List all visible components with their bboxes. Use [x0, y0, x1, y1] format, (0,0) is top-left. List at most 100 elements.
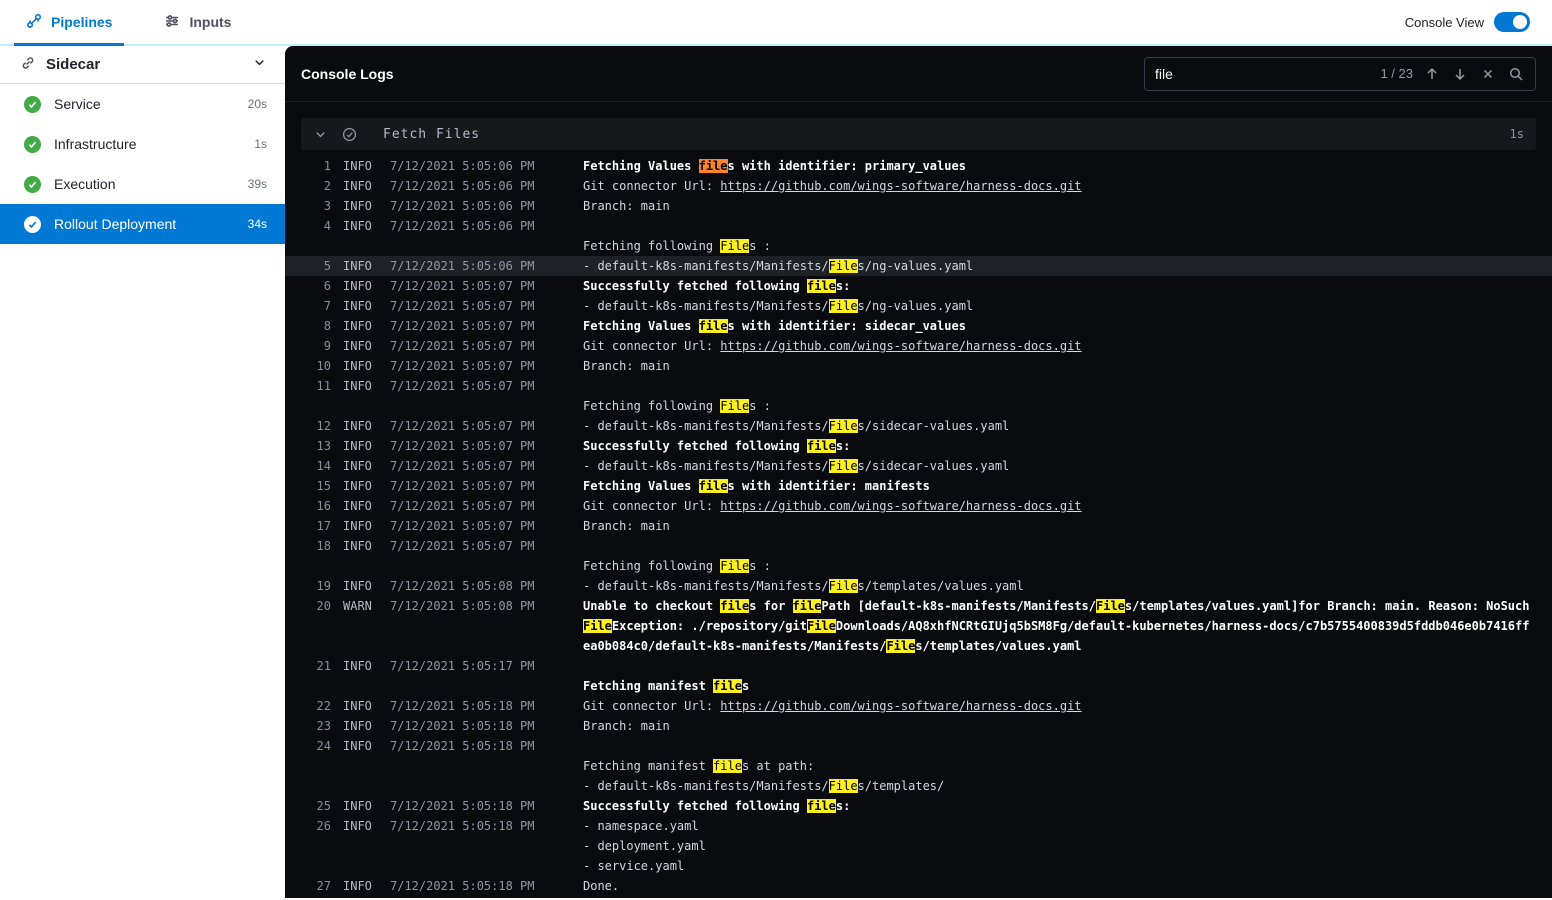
log-timestamp: [390, 676, 571, 696]
line-number: 2: [323, 179, 331, 193]
log-text: s/sidecar-values.yaml: [857, 459, 1010, 473]
log-timestamp: [390, 756, 571, 776]
line-number: 1: [323, 159, 331, 173]
log-row: 10 INFO 7/12/2021 5:05:07 PM Branch: mai…: [285, 356, 1552, 376]
log-text: Fetching Values: [583, 159, 699, 173]
line-number: 19: [316, 579, 331, 593]
log-timestamp: 7/12/2021 5:05:18 PM: [390, 879, 535, 893]
log-text: s/sidecar-values.yaml: [857, 419, 1010, 433]
log-level: [343, 776, 378, 796]
line-number: [301, 396, 331, 416]
log-level: INFO: [343, 479, 372, 493]
log-text: - default-k8s-manifests/Manifests/: [583, 459, 829, 473]
log-row: 17 INFO 7/12/2021 5:05:07 PM Branch: mai…: [285, 516, 1552, 536]
search-match-highlight: file: [720, 599, 750, 613]
log-level: INFO: [343, 719, 372, 733]
inputs-icon: [164, 13, 180, 32]
log-text: Fetching following: [583, 399, 721, 413]
success-check-icon: [24, 215, 41, 233]
log-level: [343, 396, 378, 416]
log-text: s with identifier: manifests: [727, 479, 930, 493]
line-number: 20: [316, 599, 331, 613]
log-level: INFO: [343, 419, 372, 433]
stage-title: Sidecar: [46, 56, 101, 73]
stage-selector[interactable]: Sidecar: [0, 46, 285, 84]
log-timestamp: 7/12/2021 5:05:07 PM: [390, 479, 535, 493]
console-logs-title: Console Logs: [301, 65, 394, 82]
log-row: - service.yaml: [285, 856, 1552, 876]
console-view-toggle[interactable]: [1494, 12, 1530, 32]
sidebar-item-execution[interactable]: Execution 39s: [0, 164, 285, 204]
log-link[interactable]: https://github.com/wings-software/harnes…: [720, 179, 1081, 193]
line-number: 24: [316, 739, 331, 753]
sidebar-item-service[interactable]: Service 20s: [0, 84, 285, 124]
log-message: Done.: [583, 876, 1536, 896]
line-number: 16: [316, 499, 331, 513]
log-level: [343, 556, 378, 576]
log-text: Fetching following: [583, 239, 721, 253]
log-search-input[interactable]: [1155, 65, 1371, 82]
line-number: [301, 676, 331, 696]
collapse-chevron-icon[interactable]: [313, 127, 328, 142]
log-timestamp: 7/12/2021 5:05:07 PM: [390, 279, 535, 293]
log-message: Fetching following Files :: [583, 556, 1536, 576]
line-number: 14: [316, 459, 331, 473]
log-timestamp: 7/12/2021 5:05:18 PM: [390, 699, 535, 713]
log-timestamp: 7/12/2021 5:05:18 PM: [390, 739, 535, 753]
log-row: 16 INFO 7/12/2021 5:05:07 PM Git connect…: [285, 496, 1552, 516]
search-match-highlight: File: [828, 579, 858, 593]
log-timestamp: 7/12/2021 5:05:07 PM: [390, 299, 535, 313]
step-label: Infrastructure: [54, 136, 137, 152]
log-level: INFO: [343, 439, 372, 453]
log-message: Branch: main: [583, 516, 1536, 536]
search-match-highlight: file: [713, 759, 742, 773]
log-section-header[interactable]: Fetch Files 1s: [301, 118, 1536, 150]
log-row: 12 INFO 7/12/2021 5:05:07 PM - default-k…: [285, 416, 1552, 436]
log-text: - deployment.yaml: [583, 839, 706, 853]
log-level: INFO: [343, 359, 372, 373]
log-message: - namespace.yaml: [583, 816, 1536, 836]
search-match-highlight: File: [720, 399, 750, 413]
log-row: 21 INFO 7/12/2021 5:05:17 PM: [285, 656, 1552, 676]
search-match-highlight: File: [828, 779, 858, 793]
sidebar-item-infrastructure[interactable]: Infrastructure 1s: [0, 124, 285, 164]
log-row: 20 WARN 7/12/2021 5:05:08 PM Unable to c…: [285, 596, 1552, 656]
search-match-highlight: file: [713, 679, 742, 693]
clear-search-icon[interactable]: [1479, 65, 1497, 83]
log-row: 23 INFO 7/12/2021 5:05:18 PM Branch: mai…: [285, 716, 1552, 736]
tab-pipelines[interactable]: Pipelines: [0, 0, 138, 46]
log-text: - service.yaml: [583, 859, 685, 873]
log-text: s :: [749, 559, 771, 573]
step-label: Service: [54, 96, 101, 112]
log-message: Fetching manifest files at path:: [583, 756, 1536, 776]
log-text: s with identifier: primary_values: [727, 159, 966, 173]
log-level: INFO: [343, 299, 372, 313]
sidebar-item-rollout-deployment[interactable]: Rollout Deployment 34s: [0, 204, 285, 244]
log-message: Fetching following Files :: [583, 236, 1536, 256]
line-number: 7: [323, 299, 331, 313]
search-match-highlight: file: [806, 799, 836, 813]
log-message: Fetching Values files with identifier: m…: [583, 476, 1536, 496]
search-icon[interactable]: [1507, 65, 1525, 83]
log-level: INFO: [343, 739, 372, 753]
log-timestamp: 7/12/2021 5:05:07 PM: [390, 339, 535, 353]
log-level: INFO: [343, 259, 372, 273]
tab-inputs[interactable]: Inputs: [138, 0, 257, 44]
log-timestamp: 7/12/2021 5:05:07 PM: [390, 319, 535, 333]
next-match-icon[interactable]: [1451, 65, 1469, 83]
log-timestamp: 7/12/2021 5:05:07 PM: [390, 499, 535, 513]
previous-match-icon[interactable]: [1423, 65, 1441, 83]
log-link[interactable]: https://github.com/wings-software/harnes…: [720, 699, 1081, 713]
search-match-highlight: File: [828, 259, 858, 273]
log-link[interactable]: https://github.com/wings-software/harnes…: [720, 339, 1081, 353]
log-level: WARN: [343, 599, 372, 613]
log-row: Fetching manifest files: [285, 676, 1552, 696]
log-link[interactable]: https://github.com/wings-software/harnes…: [720, 499, 1081, 513]
toggle-knob: [1513, 15, 1527, 29]
chevron-down-icon: [252, 55, 267, 74]
log-message: - default-k8s-manifests/Manifests/Files/…: [583, 456, 1536, 476]
console-panel: Console Logs 1 / 23: [285, 46, 1552, 898]
log-row: 2 INFO 7/12/2021 5:05:06 PM Git connecto…: [285, 176, 1552, 196]
log-text: Git connector Url:: [583, 499, 721, 513]
log-message: Fetching manifest files: [583, 676, 1536, 696]
